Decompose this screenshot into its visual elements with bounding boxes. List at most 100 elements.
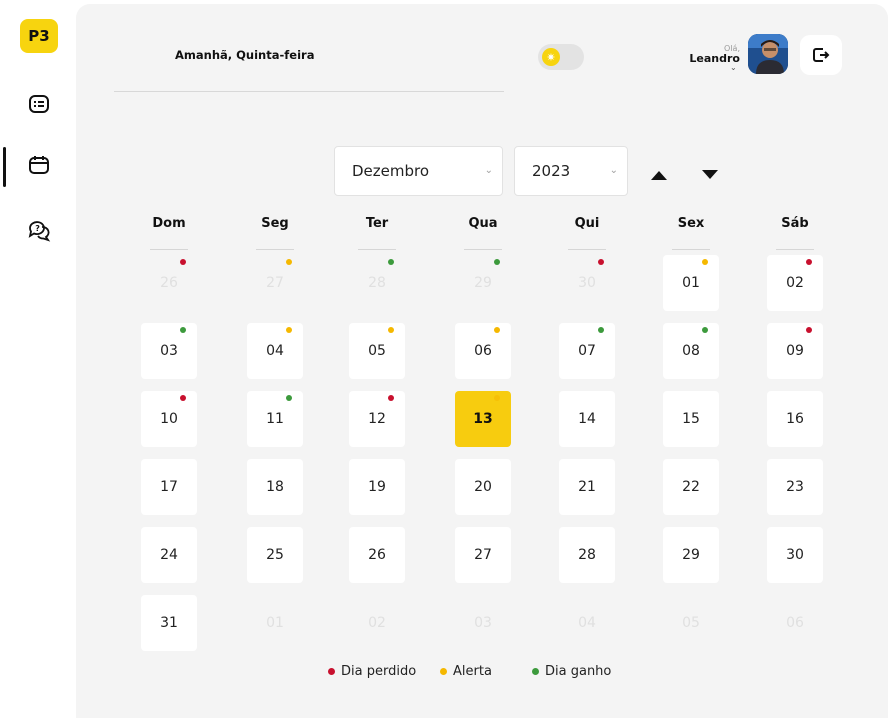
calendar-day[interactable]: 11 xyxy=(247,391,303,447)
calendar-day[interactable]: 10 xyxy=(141,391,197,447)
day-number: 20 xyxy=(474,479,492,495)
calendar-day[interactable]: 04 xyxy=(247,323,303,379)
status-dot-yellow xyxy=(286,327,292,333)
calendar-day: 06 xyxy=(767,595,823,651)
legend-label: Dia ganho xyxy=(545,664,612,679)
day-number: 24 xyxy=(160,547,178,563)
calendar-day[interactable]: 05 xyxy=(349,323,405,379)
status-dot-red xyxy=(180,259,186,265)
day-number: 06 xyxy=(474,343,492,359)
day-number: 25 xyxy=(266,547,284,563)
calendar-day[interactable]: 19 xyxy=(349,459,405,515)
calendar-day[interactable]: 06 xyxy=(455,323,511,379)
calendar-day[interactable]: 26 xyxy=(349,527,405,583)
legend-label: Alerta xyxy=(453,664,492,679)
day-number: 02 xyxy=(786,275,804,291)
status-dot-red xyxy=(806,259,812,265)
calendar-day[interactable]: 29 xyxy=(663,527,719,583)
calendar-day[interactable]: 25 xyxy=(247,527,303,583)
chevron-down-icon: ⌄ xyxy=(609,165,618,176)
calendar-day: 28 xyxy=(349,255,405,311)
prev-month-button[interactable] xyxy=(649,165,669,185)
day-number: 01 xyxy=(682,275,700,291)
avatar[interactable] xyxy=(748,34,788,74)
legend-dot xyxy=(440,668,447,675)
calendar-day[interactable]: 02 xyxy=(767,255,823,311)
day-number: 16 xyxy=(786,411,804,427)
status-dot-green xyxy=(286,395,292,401)
day-number: 23 xyxy=(786,479,804,495)
status-dot-yellow xyxy=(388,327,394,333)
status-dot-yellow xyxy=(702,259,708,265)
main-panel: Amanhã, Quinta-feira ✷ Olá, Leandro ⌄ De… xyxy=(76,4,888,718)
calendar-icon[interactable] xyxy=(26,152,52,178)
calendar-day[interactable]: 09 xyxy=(767,323,823,379)
status-dot-red xyxy=(388,395,394,401)
status-dot-green xyxy=(388,259,394,265)
calendar-day[interactable]: 16 xyxy=(767,391,823,447)
help-chat-icon[interactable]: ? xyxy=(26,218,52,244)
status-dot-red xyxy=(806,327,812,333)
chevron-down-icon[interactable]: ⌄ xyxy=(730,63,737,72)
calendar-day[interactable]: 23 xyxy=(767,459,823,515)
calendar-day[interactable]: 27 xyxy=(455,527,511,583)
calendar-day[interactable]: 22 xyxy=(663,459,719,515)
calendar-day[interactable]: 28 xyxy=(559,527,615,583)
calendar-day[interactable]: 01 xyxy=(663,255,719,311)
calendar-day: 01 xyxy=(247,595,303,651)
calendar-day[interactable]: 14 xyxy=(559,391,615,447)
calendar-day: 02 xyxy=(349,595,405,651)
status-dot-yellow xyxy=(494,395,500,401)
calendar-day[interactable]: 07 xyxy=(559,323,615,379)
month-select[interactable]: Dezembro ⌄ xyxy=(334,146,503,196)
calendar-day[interactable]: 15 xyxy=(663,391,719,447)
day-number: 26 xyxy=(160,275,178,291)
year-select[interactable]: 2023 ⌄ xyxy=(514,146,628,196)
calendar-day[interactable]: 17 xyxy=(141,459,197,515)
day-number: 28 xyxy=(368,275,386,291)
calendar-day-today[interactable]: 13 xyxy=(455,391,511,447)
day-number: 14 xyxy=(578,411,596,427)
day-number: 12 xyxy=(368,411,386,427)
calendar-day[interactable]: 21 xyxy=(559,459,615,515)
weekday-underline xyxy=(256,249,294,250)
day-number: 15 xyxy=(682,411,700,427)
calendar-day[interactable]: 24 xyxy=(141,527,197,583)
logout-icon xyxy=(813,48,830,62)
next-month-button[interactable] xyxy=(700,165,720,185)
calendar-day[interactable]: 03 xyxy=(141,323,197,379)
day-number: 22 xyxy=(682,479,700,495)
weekday-label: Dom xyxy=(152,216,186,231)
day-number: 30 xyxy=(578,275,596,291)
weekday-label: Sáb xyxy=(781,216,809,231)
calendar-day[interactable]: 31 xyxy=(141,595,197,651)
day-number: 30 xyxy=(786,547,804,563)
day-number: 06 xyxy=(786,615,804,631)
calendar-day: 04 xyxy=(559,595,615,651)
day-number: 05 xyxy=(368,343,386,359)
checklist-icon[interactable] xyxy=(26,91,52,117)
calendar-day[interactable]: 08 xyxy=(663,323,719,379)
weekday-underline xyxy=(150,249,188,250)
calendar-day[interactable]: 18 xyxy=(247,459,303,515)
day-number: 03 xyxy=(160,343,178,359)
calendar-day[interactable]: 30 xyxy=(767,527,823,583)
day-number: 17 xyxy=(160,479,178,495)
header-divider xyxy=(114,91,504,92)
logout-button[interactable] xyxy=(800,35,842,75)
day-number: 11 xyxy=(266,411,284,427)
day-number: 01 xyxy=(266,615,284,631)
month-select-value: Dezembro xyxy=(352,162,430,180)
status-dot-green xyxy=(702,327,708,333)
calendar-day[interactable]: 12 xyxy=(349,391,405,447)
weekday-label: Sex xyxy=(677,216,705,231)
theme-toggle[interactable]: ✷ xyxy=(538,44,584,70)
calendar-day[interactable]: 20 xyxy=(455,459,511,515)
app-logo[interactable]: P3 xyxy=(20,19,58,53)
day-number: 03 xyxy=(474,615,492,631)
chevron-down-icon: ⌄ xyxy=(484,165,493,176)
status-dot-green xyxy=(180,327,186,333)
calendar-day: 26 xyxy=(141,255,197,311)
day-number: 05 xyxy=(682,615,700,631)
calendar-day: 30 xyxy=(559,255,615,311)
